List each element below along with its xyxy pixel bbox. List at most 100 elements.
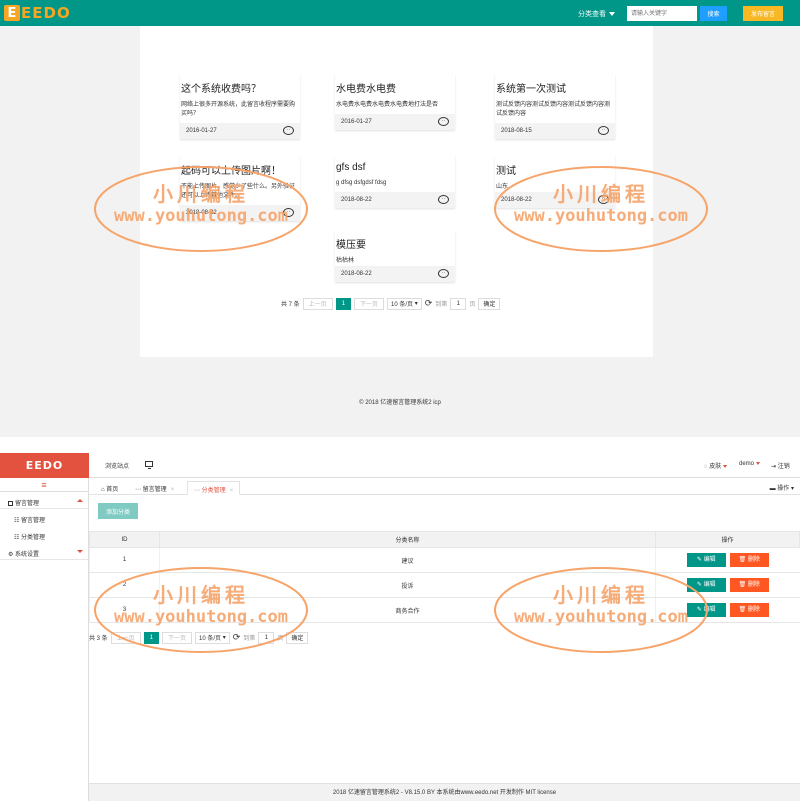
close-icon[interactable]: × <box>171 487 175 493</box>
message-card[interactable]: 系统第一次测试 测试反馈内容测试反馈内容测试反馈内容测试反馈内容 2018-08… <box>495 74 615 139</box>
card-date: 2018-08-22 <box>341 271 372 277</box>
trash-icon: 🗑 <box>738 557 748 563</box>
card-date: 2016-01-27 <box>186 128 217 134</box>
goto-label: 到第 <box>435 302 448 308</box>
comment-icon: ·· <box>598 126 609 135</box>
preview-site-link[interactable]: 浏览站点 <box>105 461 129 470</box>
message-card[interactable]: 水电费水电费 水电费水电费水电费水电费地打法是否 2016-01-27 ·· <box>335 74 455 130</box>
chevron-down-icon <box>756 461 761 465</box>
tab-operations-menu[interactable]: ▬ 操作 ▾ <box>770 483 794 492</box>
chevron-up-icon <box>77 499 83 502</box>
tab-label: 留言管理 <box>142 487 167 493</box>
watermark: 小川编程 www.youhutong.com <box>493 565 709 655</box>
search-button[interactable]: 搜索 <box>700 6 727 21</box>
card-footer: 2018-08-22 ·· <box>335 192 455 208</box>
card-title: 水电费水电费 <box>336 84 396 95</box>
message-card[interactable]: 这个系统收费吗？ 网络上很多开源系统，此留言收程序需要购买吗？ 2016-01-… <box>180 74 300 139</box>
gear-icon: ⚙ <box>8 552 16 558</box>
card-title: 这个系统收费吗？ <box>181 84 261 95</box>
logo-text: EEDO <box>21 4 71 22</box>
add-category-button[interactable]: 添加分类 <box>98 503 138 519</box>
card-summary: 水电费水电费水电费水电费地打法是否 <box>336 102 439 108</box>
comment-icon: ·· <box>283 126 294 135</box>
page-size-select[interactable]: 10 条/页 ▾ <box>387 297 422 310</box>
search-input[interactable] <box>627 6 697 21</box>
next-page-button[interactable]: 下一页 <box>354 297 385 310</box>
message-card[interactable]: 模压要 枯枯林 2018-08-22 ·· <box>335 230 455 282</box>
delete-button[interactable]: 🗑 删除 <box>729 553 769 567</box>
page-size-value: 10 条/页 <box>391 302 414 308</box>
comment-icon: ·· <box>438 195 449 204</box>
sidebar-group-messages[interactable]: 留言管理 <box>0 492 88 509</box>
chevron-down-icon <box>609 12 615 17</box>
prev-page-button[interactable]: 上一页 <box>302 297 333 310</box>
sidebar-item-label: 分类管理 <box>21 535 46 541</box>
chevron-down-icon <box>77 550 83 553</box>
column-header-id[interactable]: ID <box>89 531 160 548</box>
comment-icon: ·· <box>438 269 449 278</box>
card-summary: 测试反馈内容测试反馈内容测试反馈内容测试反馈内容 <box>496 102 611 117</box>
tab-home[interactable]: ⌂ 首页 <box>95 481 124 495</box>
logout-link[interactable]: ⇥ 注销 <box>771 461 790 470</box>
sidebar-group-settings[interactable]: ⚙ 系统设置 <box>0 543 88 560</box>
skin-label: 皮肤 <box>709 464 722 470</box>
category-menu-label: 分类查看 <box>578 11 606 18</box>
tab-ops-label: 操作 <box>777 486 790 492</box>
category-menu[interactable]: 分类查看 <box>578 9 615 19</box>
edit-label: 编辑 <box>703 557 716 563</box>
screenshot-separator <box>0 437 800 453</box>
watermark: 小川编程 www.youhutong.com <box>493 164 709 254</box>
card-title: 系统第一次测试 <box>496 84 566 95</box>
sidebar-item-category-management[interactable]: ☷ 分类管理 <box>0 526 88 543</box>
watermark-line1: 小川编程 <box>553 583 649 607</box>
post-message-button[interactable]: 发布留言 <box>743 6 783 21</box>
sidebar-item-message-management[interactable]: ☷ 留言管理 <box>0 509 88 526</box>
column-header-actions: 操作 <box>655 531 800 548</box>
tab-icon: ⋯ <box>194 488 202 494</box>
page-tabs: ⌂ 首页 ⋯ 留言管理 × ⋯ 分类管理 × ▬ 操作 ▾ <box>89 478 800 495</box>
tab-messages[interactable]: ⋯ 留言管理 × <box>129 481 180 495</box>
tab-label: 分类管理 <box>201 488 226 494</box>
admin-logo[interactable]: EEDO <box>0 453 89 478</box>
monitor-icon[interactable] <box>145 461 153 469</box>
sidebar-item-label: 留言管理 <box>21 518 46 524</box>
delete-label: 删除 <box>747 607 760 613</box>
watermark-line1: 小川编程 <box>153 182 249 206</box>
watermark-line2: www.youhutong.com <box>114 607 288 627</box>
sidebar-group-label: 留言管理 <box>15 501 40 507</box>
logout-label: 注销 <box>777 464 790 470</box>
chevron-down-icon <box>723 464 728 468</box>
card-footer: 2016-01-27 ·· <box>335 114 455 130</box>
refresh-icon[interactable]: ⟳ <box>425 298 433 309</box>
watermark-line2: www.youhutong.com <box>514 206 688 226</box>
tab-icon: ⋯ <box>135 487 143 493</box>
tab-categories[interactable]: ⋯ 分类管理 × <box>187 481 241 495</box>
watermark: 小川编程 www.youhutong.com <box>93 565 309 655</box>
page-number-current[interactable]: 1 <box>335 297 352 310</box>
card-date: 2018-08-22 <box>341 197 372 203</box>
table-header-row: ID 分类名称 操作 <box>89 531 800 548</box>
pagination: 共 7 条 上一页 1 下一页 10 条/页 ▾ ⟳ 到第 1 页 确定 <box>281 297 501 310</box>
message-card[interactable]: gfs dsf g dfsg dsfgdsf fdsg 2018-08-22 ·· <box>335 156 455 208</box>
watermark-line1: 小川编程 <box>153 583 249 607</box>
delete-button[interactable]: 🗑 删除 <box>729 603 769 617</box>
delete-button[interactable]: 🗑 删除 <box>729 578 769 592</box>
delete-label: 删除 <box>747 582 760 588</box>
goto-page-input[interactable]: 1 <box>450 297 467 310</box>
message-icon <box>8 501 13 506</box>
skin-menu[interactable]: ◌ 皮肤 <box>704 461 728 470</box>
watermark-line2: www.youhutong.com <box>514 607 688 627</box>
page-unit-label: 页 <box>469 302 476 308</box>
card-title: gfs dsf <box>336 162 366 173</box>
menu-toggle-icon[interactable]: ≡ <box>0 478 89 492</box>
sidebar-group-label: 系统设置 <box>15 552 40 558</box>
trash-icon: 🗑 <box>738 607 748 613</box>
card-summary: g dfsg dsfgdsf fdsg <box>336 180 387 186</box>
top-navbar: E EEDO 分类查看 搜索 发布留言 <box>0 0 800 26</box>
site-logo[interactable]: E EEDO <box>4 4 71 22</box>
close-icon[interactable]: × <box>230 488 234 494</box>
column-header-name[interactable]: 分类名称 <box>159 531 656 548</box>
user-menu[interactable]: demo <box>739 461 761 467</box>
card-footer: 2018-08-22 ·· <box>335 266 455 282</box>
goto-confirm-button[interactable]: 确定 <box>478 297 501 310</box>
